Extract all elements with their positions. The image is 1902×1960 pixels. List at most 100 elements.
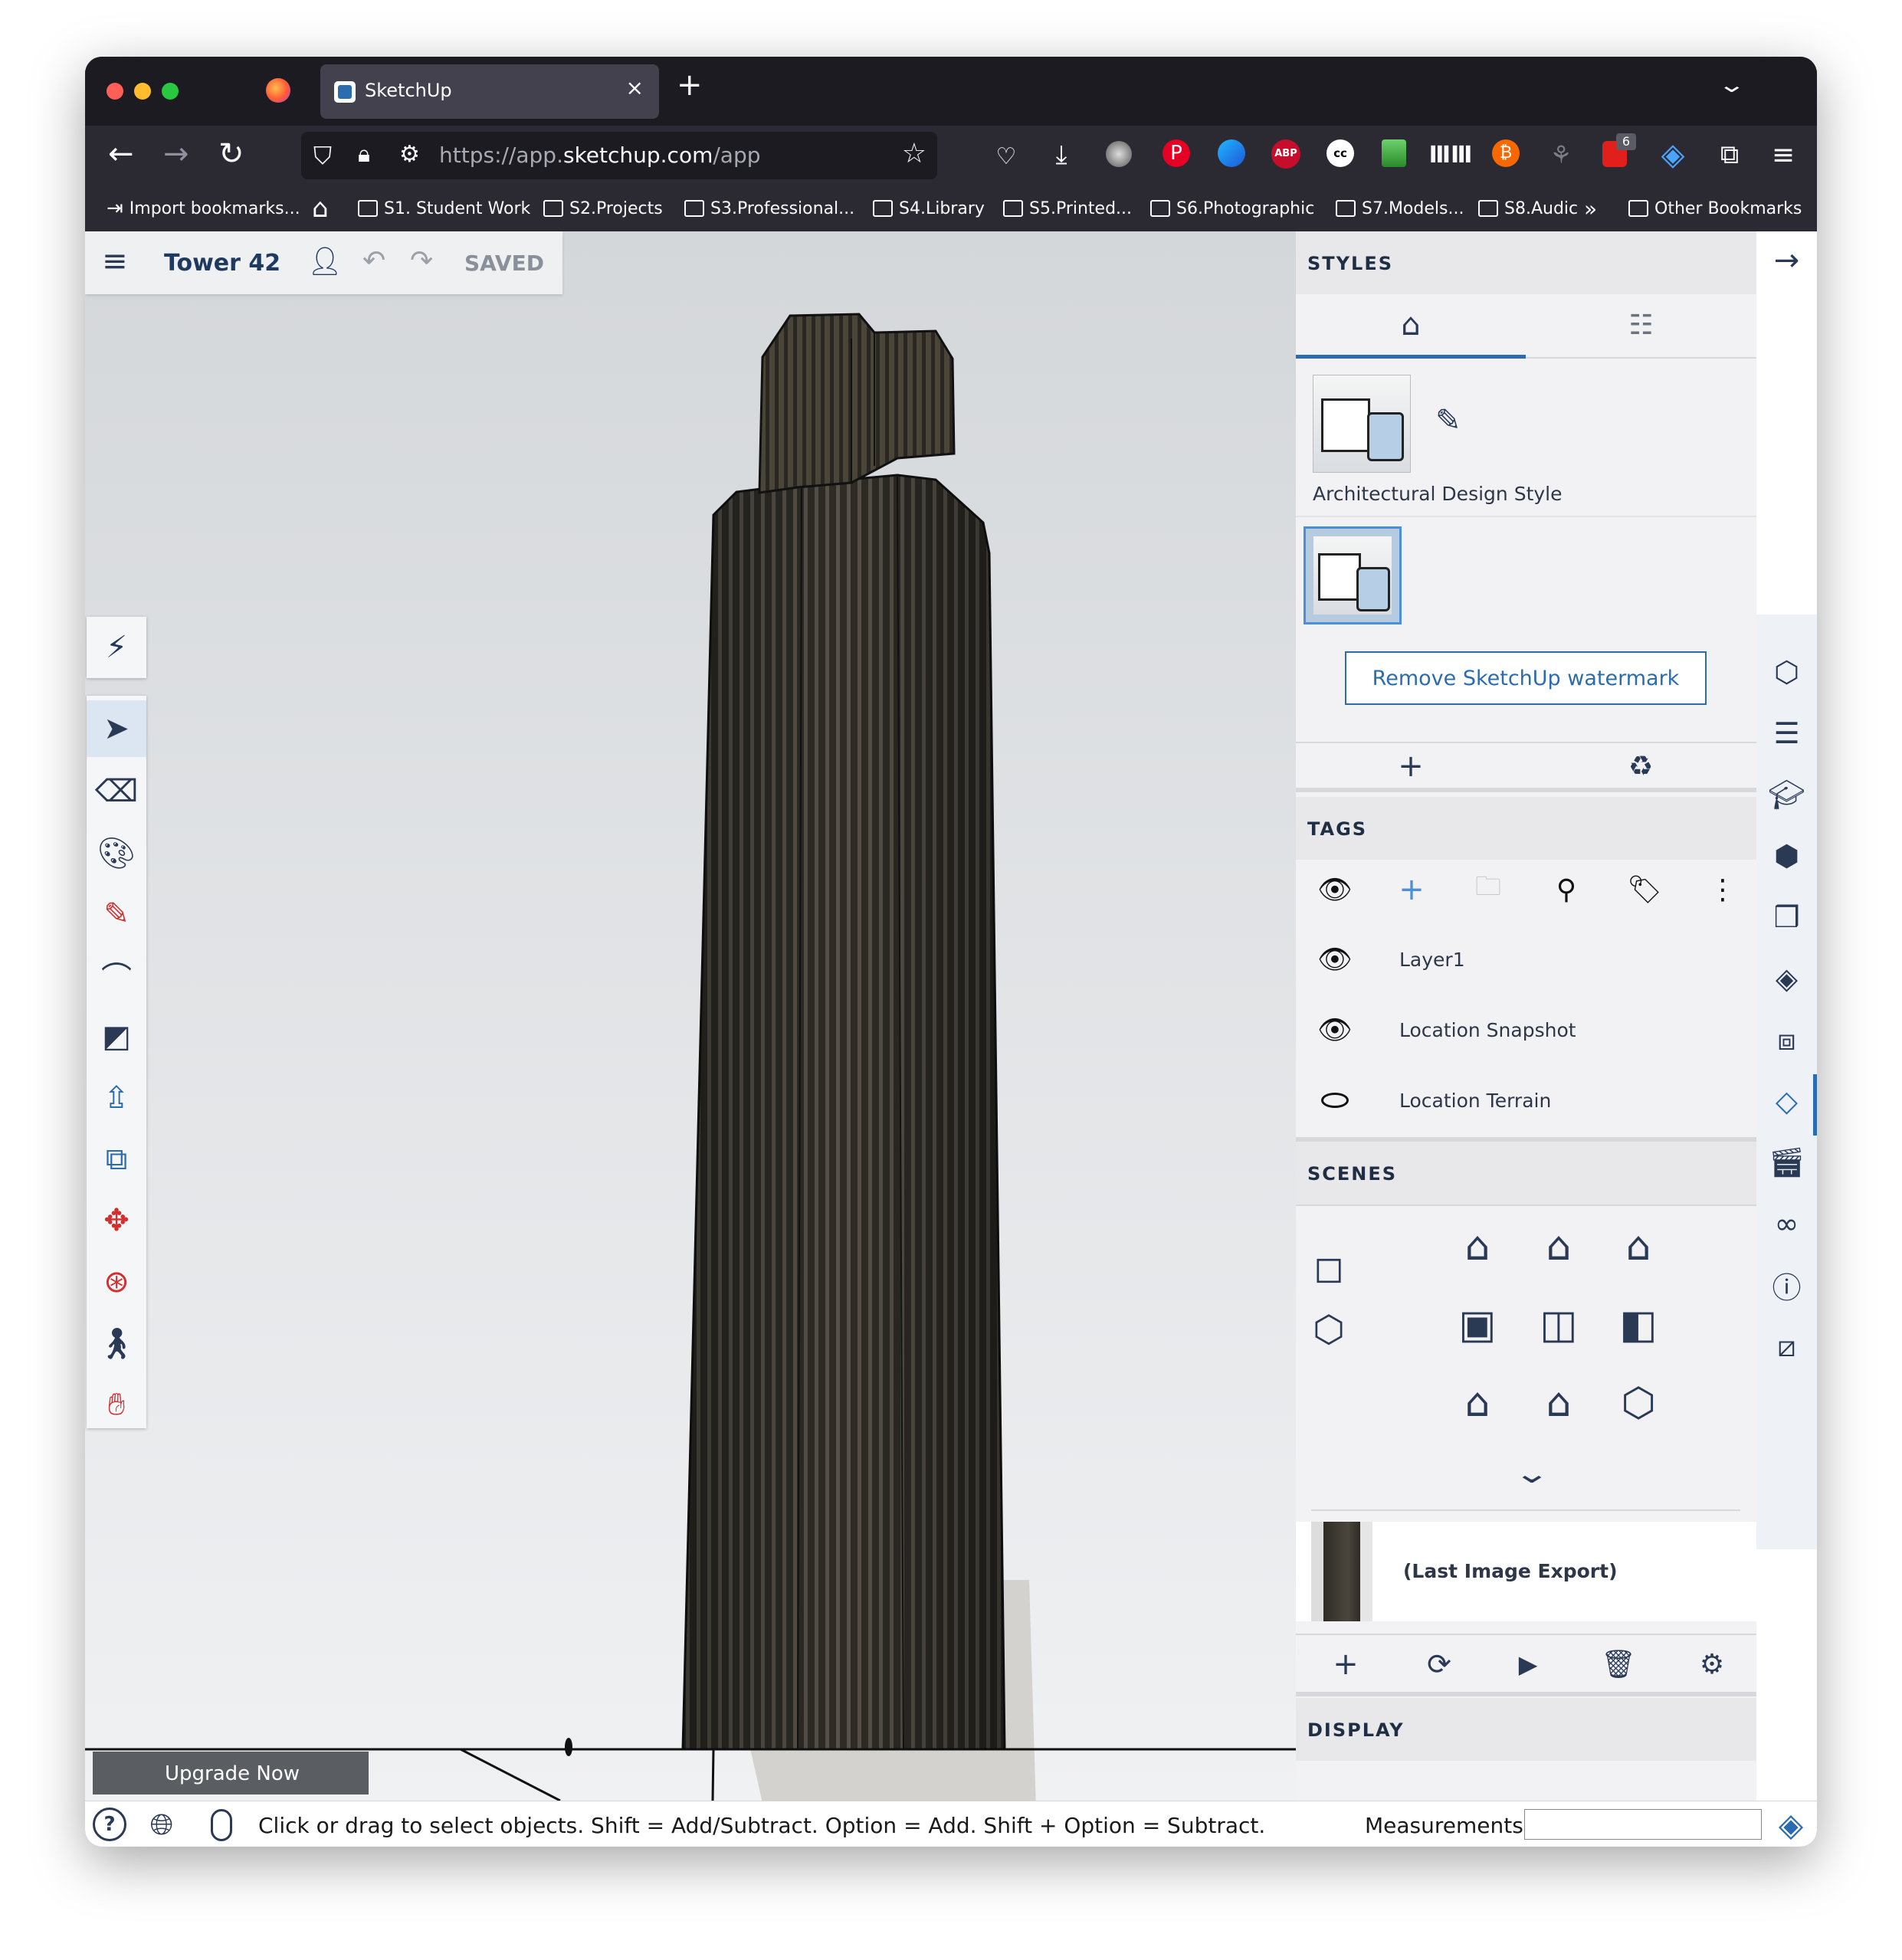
search-tools-icon[interactable]: ⚡ — [87, 617, 146, 678]
tag-row[interactable]: Location Terrain — [1296, 1065, 1756, 1136]
view-bottom-icon[interactable]: ⌂ — [1451, 1376, 1504, 1430]
url-text[interactable]: https://app.sketchup.com/app — [439, 143, 761, 168]
upgrade-now-button[interactable]: Upgrade Now — [93, 1752, 369, 1794]
collapse-panel-icon[interactable]: → — [1756, 238, 1817, 284]
materials-icon[interactable]: ◈ — [1756, 952, 1817, 1005]
adblock-plus-icon[interactable]: ABP — [1271, 139, 1300, 169]
edit-style-icon[interactable]: ✎ — [1435, 403, 1461, 438]
scenes-header[interactable]: SCENES — [1296, 1142, 1756, 1205]
paint-bucket-icon[interactable]: 🎨︎ — [87, 824, 146, 881]
extensions-puzzle-icon[interactable]: ⧉ — [1713, 138, 1746, 172]
undo-icon[interactable]: ↶ — [362, 245, 385, 277]
remove-watermark-button[interactable]: Remove SketchUp watermark — [1345, 651, 1707, 705]
3d-warehouse-icon[interactable]: ❒ — [1756, 890, 1817, 944]
style-swatch-selected[interactable] — [1304, 526, 1402, 624]
firefox-icon[interactable] — [266, 78, 290, 103]
share-user-icon[interactable]: 👤︎ — [307, 245, 343, 277]
components-icon[interactable]: ⬢ — [1756, 829, 1817, 883]
tab-styles-edit[interactable]: ☷ — [1526, 294, 1756, 359]
bookmark-star-icon[interactable]: ☆ — [902, 138, 926, 169]
visibility-hidden-icon[interactable] — [1321, 1093, 1349, 1108]
more-options-icon[interactable]: ⋮ — [1699, 860, 1746, 919]
mouse-icon[interactable] — [211, 1809, 232, 1841]
entity-info-icon[interactable]: ⬡ — [1756, 645, 1817, 699]
view-front-icon[interactable]: ⌂ — [1532, 1220, 1586, 1273]
extension-orange-icon[interactable]: ₿ — [1492, 139, 1520, 167]
solid-inspector-icon[interactable]: ⧄ — [1756, 1319, 1817, 1373]
bookmark-folder[interactable]: S5.Printed... — [1003, 196, 1132, 221]
offset-icon[interactable]: ⧉ — [87, 1131, 146, 1188]
list-tabs-icon[interactable]: ⌄ — [1717, 72, 1746, 97]
reload-button[interactable]: ↻ — [218, 136, 244, 172]
extension-bird-icon[interactable]: ⚘ — [1544, 138, 1578, 172]
tab-sketchup[interactable]: SketchUp × — [320, 64, 659, 119]
purge-styles-icon[interactable]: ♻ — [1610, 743, 1671, 789]
camera-perspective-icon[interactable]: ◻ — [1304, 1243, 1354, 1293]
view-right-icon[interactable]: ⌂ — [1612, 1220, 1665, 1273]
more-bookmarks-icon[interactable]: » — [1584, 196, 1597, 221]
play-scenes-icon[interactable]: ▶ — [1501, 1635, 1555, 1693]
display-header[interactable]: DISPLAY — [1296, 1698, 1756, 1761]
save-extension-icon[interactable] — [1382, 139, 1406, 167]
redo-icon[interactable]: ↷ — [410, 245, 433, 277]
bookmark-folder[interactable]: S4.Library — [873, 196, 985, 221]
current-style-thumbnail[interactable] — [1313, 375, 1411, 473]
orbit-icon[interactable]: ⊛ — [87, 1254, 146, 1310]
instructor-icon[interactable]: 🎓︎ — [1756, 768, 1817, 821]
minimize-window-button[interactable] — [134, 83, 151, 100]
forward-button[interactable]: → — [163, 136, 189, 172]
pan-hand-icon[interactable]: ✋︎ — [87, 1376, 146, 1433]
bookmark-other[interactable]: Other Bookmarks — [1628, 196, 1802, 221]
add-tag-icon[interactable]: + — [1388, 860, 1435, 919]
view-iso-icon[interactable]: ⌂ — [1451, 1220, 1504, 1273]
visibility-eye-icon[interactable]: 👁︎ — [1311, 995, 1359, 1065]
home-icon[interactable]: ⌂ — [312, 193, 329, 224]
close-window-button[interactable] — [107, 83, 123, 100]
new-tab-button[interactable]: + — [677, 67, 703, 103]
tower-model[interactable] — [85, 231, 1296, 1801]
tags-panel-icon[interactable]: ◇ — [1756, 1074, 1817, 1128]
toggle-all-visibility-icon[interactable]: 👁︎ — [1311, 860, 1359, 919]
app-menu-icon[interactable]: ≡ — [1766, 138, 1800, 172]
styles-header[interactable]: STYLES — [1296, 231, 1756, 294]
lock-icon[interactable]: 🔒︎ — [358, 141, 370, 168]
search-tags-icon[interactable]: ⚲ — [1543, 860, 1590, 919]
display-panel-icon[interactable]: ∞ — [1756, 1197, 1817, 1250]
view-iso-back-icon[interactable]: ⬡ — [1612, 1376, 1665, 1430]
tag-row[interactable]: 👁︎ Location Snapshot — [1296, 995, 1756, 1065]
add-tag-folder-icon[interactable]: 🗀︎ — [1464, 860, 1512, 919]
pencil-icon[interactable]: ✎ — [87, 886, 146, 942]
arc-icon[interactable]: ⌒ — [87, 947, 146, 1004]
creative-commons-icon[interactable]: cc — [1326, 139, 1354, 167]
update-scene-icon[interactable]: ⟳ — [1412, 1635, 1466, 1693]
bookmark-folder[interactable]: S3.Professional... — [684, 196, 854, 221]
main-menu-icon[interactable]: ≡ — [102, 244, 128, 279]
bookmark-folder[interactable]: S1. Student Work — [358, 196, 530, 221]
tab-styles-home[interactable]: ⌂ — [1296, 294, 1526, 359]
bookmark-folder[interactable]: S8.Audic — [1478, 196, 1578, 221]
barcode-extension-icon[interactable]: ⅢⅢ — [1429, 138, 1473, 172]
add-scene-icon[interactable]: + — [1319, 1635, 1372, 1693]
styles-panel-icon[interactable]: ⧈ — [1756, 1013, 1817, 1067]
help-icon[interactable]: ? — [93, 1808, 126, 1841]
profile-extension-icon[interactable] — [1106, 141, 1132, 167]
shield-icon[interactable]: ⛉ — [313, 141, 332, 171]
permissions-icon[interactable]: ⚙︎ — [399, 141, 420, 168]
edge-extension-icon[interactable] — [1218, 139, 1245, 167]
view-back-icon[interactable]: ◧ — [1612, 1298, 1665, 1352]
push-pull-icon[interactable]: ⇫ — [87, 1070, 146, 1126]
3d-viewport[interactable]: ≡ Tower 42 👤︎ ↶ ↷ SAVED ⚡ ➤ ⌫ 🎨︎ ✎ ⌒ ◩ ⇫… — [85, 231, 1296, 1801]
tags-header[interactable]: TAGS — [1296, 797, 1756, 860]
zoom-window-button[interactable] — [162, 83, 179, 100]
layers-extension-icon[interactable]: ◈ — [1654, 136, 1691, 173]
visibility-eye-icon[interactable]: 👁︎ — [1311, 924, 1359, 995]
model-info-icon[interactable]: ⓘ — [1756, 1258, 1817, 1312]
scene-item[interactable]: (Last Image Export) — [1296, 1522, 1756, 1621]
add-style-icon[interactable]: + — [1380, 743, 1441, 789]
camera-iso-icon[interactable]: ⬡ — [1304, 1304, 1354, 1355]
view-home-icon[interactable]: ⌂ — [1532, 1376, 1586, 1430]
pinterest-icon[interactable]: P — [1163, 139, 1190, 167]
scenes-panel-icon[interactable]: 🎬︎ — [1756, 1136, 1817, 1189]
tag-tool-icon[interactable]: 🏷︎ — [1621, 860, 1668, 919]
move-icon[interactable]: ✥ — [87, 1192, 146, 1249]
